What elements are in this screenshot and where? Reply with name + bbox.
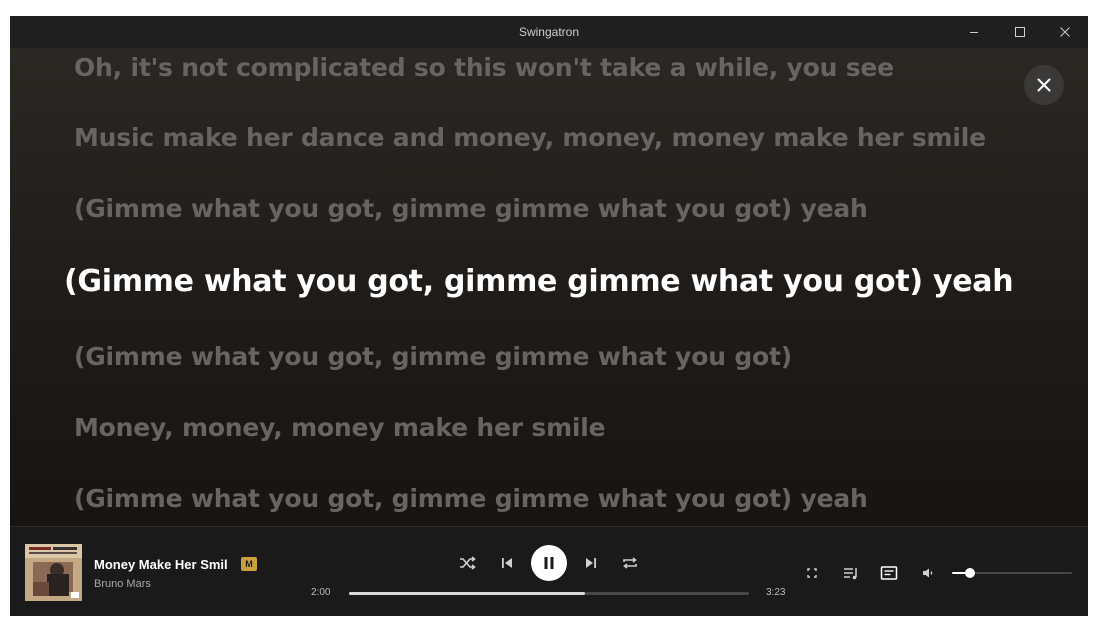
volume-knob[interactable] <box>965 568 975 578</box>
minimize-button[interactable] <box>951 16 997 48</box>
lyric-line[interactable]: (Gimme what you got, gimme gimme what yo… <box>74 194 868 223</box>
lyric-line[interactable]: (Gimme what you got, gimme gimme what yo… <box>74 342 792 371</box>
artist-name[interactable]: Bruno Mars <box>94 578 151 590</box>
volume-button[interactable] <box>916 561 940 585</box>
lyric-line-active[interactable]: (Gimme what you got, gimme gimme what yo… <box>64 264 1014 299</box>
fullscreen-icon <box>807 568 817 578</box>
close-lyrics-button[interactable] <box>1024 65 1064 105</box>
volume-icon <box>923 568 933 578</box>
maximize-button[interactable] <box>997 16 1043 48</box>
elapsed-time: 2:00 <box>311 587 331 598</box>
next-button[interactable] <box>579 551 603 575</box>
queue-button[interactable] <box>839 561 863 585</box>
previous-icon <box>502 558 512 568</box>
lyrics-icon <box>880 566 898 580</box>
close-icon <box>1037 78 1051 92</box>
maximize-icon <box>1015 27 1025 37</box>
pause-button[interactable] <box>531 545 567 581</box>
lyric-line[interactable]: Oh, it's not complicated so this won't t… <box>74 53 894 82</box>
player-bar: Money Make Her Smil M Bruno Mars 2:00 3:… <box>10 526 1088 616</box>
lyrics-view: Oh, it's not complicated so this won't t… <box>10 48 1088 526</box>
lyric-line[interactable]: (Gimme what you got, gimme gimme what yo… <box>74 484 868 513</box>
lyrics-button[interactable] <box>877 561 901 585</box>
album-art-image <box>25 544 82 601</box>
shuffle-icon <box>460 556 476 570</box>
close-window-button[interactable] <box>1042 16 1088 48</box>
lyric-line[interactable]: Music make her dance and money, money, m… <box>74 123 986 152</box>
repeat-icon <box>623 557 637 569</box>
progress-fill <box>349 592 585 595</box>
shuffle-button[interactable] <box>455 551 479 575</box>
minimize-icon <box>970 32 978 33</box>
total-duration: 3:23 <box>766 587 786 598</box>
window-title: Swingatron <box>518 25 580 39</box>
app-window: Swingatron Oh, it's not complicated so t… <box>10 16 1088 616</box>
fullscreen-button[interactable] <box>800 561 824 585</box>
explicit-badge: M <box>241 557 257 571</box>
repeat-button[interactable] <box>618 551 642 575</box>
next-icon <box>586 558 596 568</box>
pause-icon <box>544 557 554 569</box>
lyric-line[interactable]: Money, money, money make her smile <box>74 413 606 442</box>
song-title[interactable]: Money Make Her Smil <box>94 557 228 572</box>
progress-slider[interactable] <box>349 592 749 595</box>
previous-button[interactable] <box>495 551 519 575</box>
album-art[interactable] <box>25 544 82 601</box>
title-bar: Swingatron <box>10 16 1088 48</box>
close-icon <box>1060 27 1070 37</box>
queue-icon <box>844 568 857 580</box>
